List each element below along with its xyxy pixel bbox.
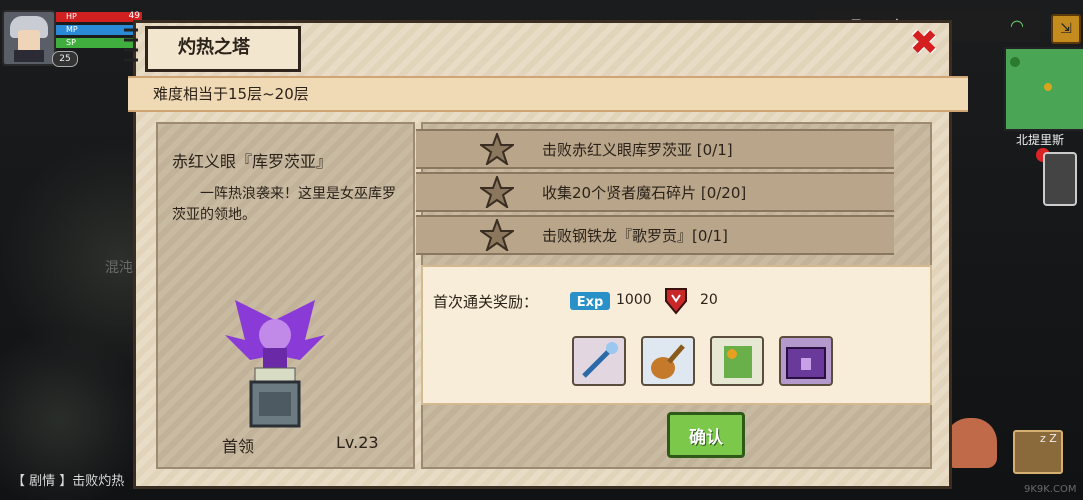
quest-text: 收集20个贤者魔石碎片 [0/20] bbox=[542, 184, 747, 202]
shield-icon bbox=[665, 288, 687, 315]
reward-label: 首次通关奖励： bbox=[433, 293, 539, 311]
quest-row: 击败赤红义眼库罗茨亚 [0/1] bbox=[416, 129, 894, 169]
quest-text: 击败赤红义眼库罗茨亚 [0/1] bbox=[542, 141, 733, 159]
background-hint-text: 混沌 bbox=[105, 260, 133, 276]
chest-icon[interactable] bbox=[779, 336, 833, 386]
dialog-title: 灼热之塔 bbox=[178, 37, 250, 58]
exp-value: 1000 bbox=[616, 292, 652, 308]
difficulty-text: 难度相当于15层~20层 bbox=[153, 85, 309, 103]
exp-icon: Exp bbox=[570, 292, 610, 310]
region-label: 北提里斯 bbox=[1016, 133, 1065, 147]
star-icon bbox=[480, 176, 514, 208]
quest-row: 击败钢铁龙『歌罗贡』[0/1] bbox=[416, 215, 894, 255]
weapon-icon[interactable] bbox=[572, 336, 626, 386]
boss-name: 赤红义眼『库罗茨亚』 bbox=[172, 152, 333, 171]
minimap[interactable] bbox=[1004, 47, 1083, 131]
boss-role-label: 首领 bbox=[222, 437, 255, 456]
star-icon bbox=[480, 219, 514, 251]
quest-text: 击败钢铁龙『歌罗贡』[0/1] bbox=[542, 227, 728, 245]
close-button[interactable]: ✖ bbox=[905, 25, 943, 61]
story-log-text[interactable]: 【 剧情 】击败灼热 bbox=[12, 470, 124, 489]
exit-icon[interactable]: ⇲ bbox=[1051, 14, 1081, 44]
boss-sprite-icon bbox=[225, 300, 325, 428]
confirm-button[interactable]: 确认 bbox=[667, 412, 745, 458]
food-icon[interactable] bbox=[945, 418, 997, 468]
notebook-spiral-icon bbox=[124, 28, 138, 62]
boss-description: 一阵热浪袭来！这里是女巫库罗茨亚的领地。 bbox=[172, 186, 396, 223]
wifi-icon: ◠ bbox=[1010, 16, 1024, 35]
boss-level: Lv.23 bbox=[336, 433, 379, 452]
phone-icon[interactable] bbox=[1043, 152, 1077, 206]
star-icon bbox=[480, 133, 514, 165]
svg-text:Exp: Exp bbox=[577, 295, 604, 310]
watermark: 9K9K.COM bbox=[1024, 484, 1077, 495]
hp-bar: HP 49 bbox=[56, 11, 142, 22]
scroll-icon[interactable] bbox=[710, 336, 764, 386]
shield-value: 20 bbox=[700, 292, 718, 308]
level-badge: 25 bbox=[52, 51, 78, 67]
sleep-zzz-icon: z Z bbox=[1040, 432, 1057, 445]
lute-icon[interactable] bbox=[641, 336, 695, 386]
player-avatar[interactable] bbox=[2, 10, 56, 66]
quest-row: 收集20个贤者魔石碎片 [0/20] bbox=[416, 172, 894, 212]
